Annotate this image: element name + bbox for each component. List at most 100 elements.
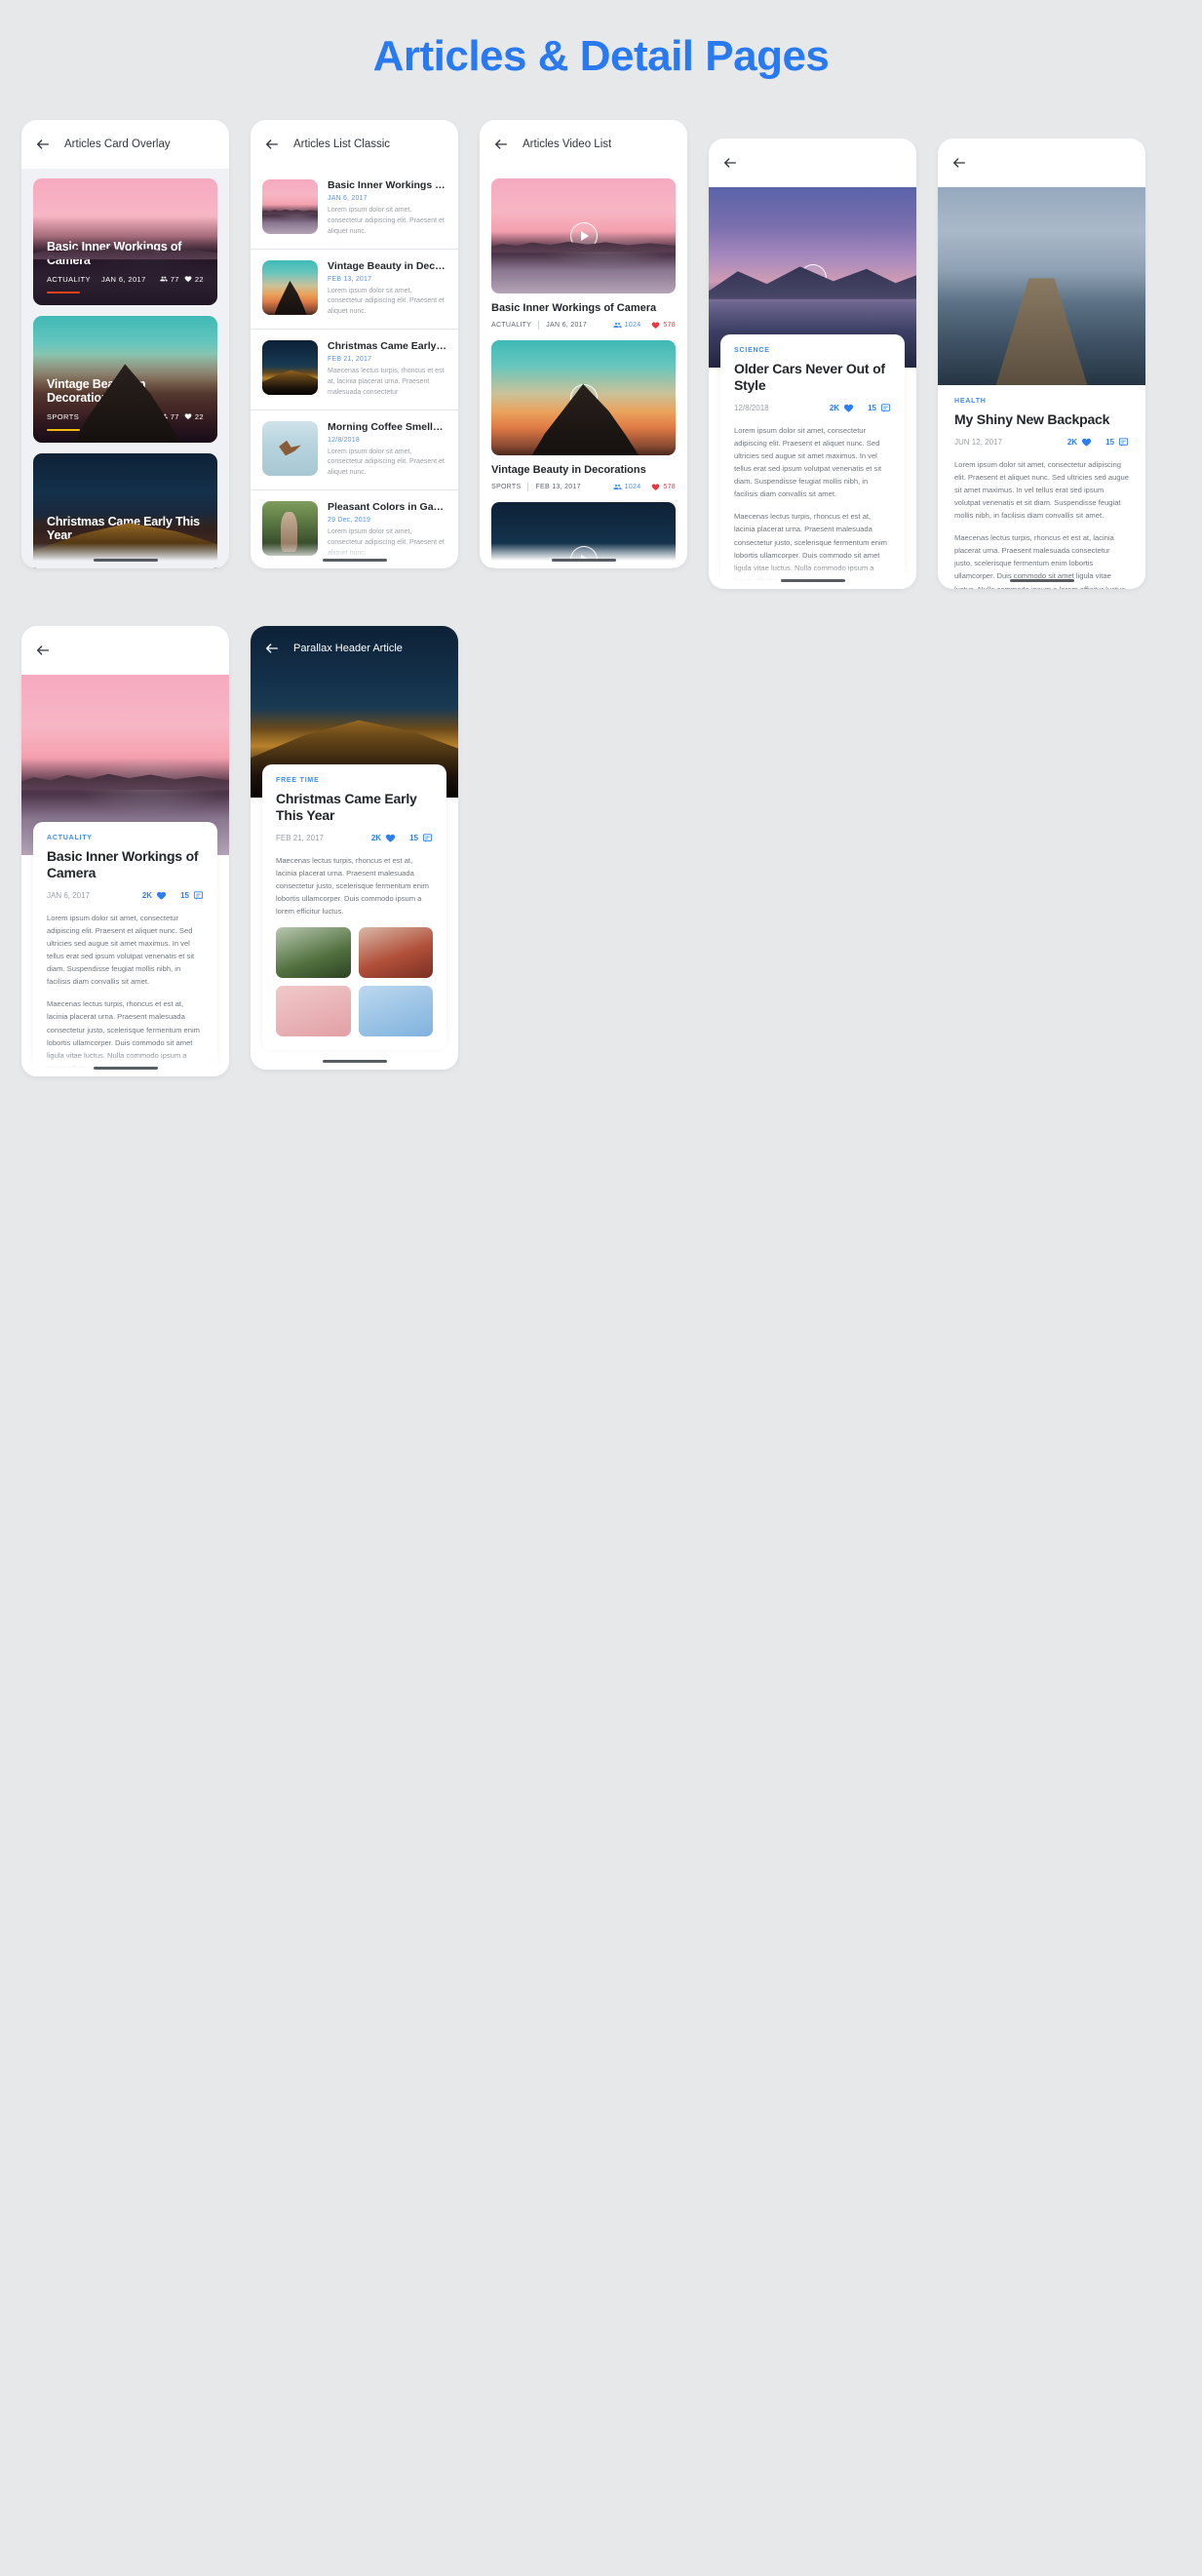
card-views-count: 77 (170, 274, 179, 284)
heart-icon (385, 834, 396, 842)
article-category: SCIENCE (734, 347, 770, 354)
screens-grid: Articles Card Overlay Basic Inner Workin… (0, 120, 1202, 1076)
home-indicator[interactable] (93, 558, 158, 562)
home-indicator[interactable] (93, 1066, 158, 1070)
card-title: Christmas Came Early This Year (47, 514, 200, 542)
video-likes: 578 (651, 483, 676, 491)
arrow-left-icon[interactable] (493, 137, 509, 152)
article-thumb[interactable] (276, 927, 351, 979)
article-paragraph: Maecenas lectus turpis, rhoncus et est a… (276, 856, 430, 917)
arrow-left-icon[interactable] (264, 137, 280, 152)
arrow-left-icon[interactable] (35, 643, 51, 658)
list-title: Basic Inner Workings of C... (328, 179, 446, 191)
article-thumb[interactable] (358, 986, 433, 1037)
article-thumb[interactable] (358, 927, 433, 979)
list-item[interactable]: Basic Inner Workings of C... JAN 6, 2017… (251, 169, 458, 250)
list-item[interactable]: Pleasant Colors in Garden 29 Dec, 2019 L… (251, 490, 458, 568)
article-likes[interactable]: 2K (830, 403, 854, 413)
article-card[interactable]: Vintage Beauty in Decorations SPORTS FEB… (33, 316, 217, 443)
article-card[interactable]: Basic Inner Workings of Camera ACTUALITY… (33, 178, 217, 305)
list-title: Pleasant Colors in Garden (328, 501, 446, 514)
article-sheet: HEALTH My Shiny New Backpack JUN 12, 201… (938, 385, 1145, 589)
article-paragraph: Maecenas lectus turpis, rhoncus et est a… (47, 999, 201, 1073)
video-thumbnail[interactable] (491, 340, 676, 455)
home-indicator[interactable] (322, 558, 387, 562)
video-item[interactable]: Basic Inner Workings of Camera ACTUALITY… (480, 169, 687, 340)
article-meta: JAN 6, 2017 2K 15 (47, 890, 204, 901)
article-image-grid (276, 927, 433, 1037)
list-excerpt: Lorem ipsum dolor sit amet, consectetur … (328, 287, 445, 316)
card-category: ACTUALITY (47, 274, 91, 284)
home-indicator[interactable] (551, 558, 616, 562)
article-sheet: SCIENCE Older Cars Never Out of Style 12… (720, 334, 905, 589)
article-likes[interactable]: 2K (1067, 437, 1092, 448)
topbar-title: Articles Video List (523, 138, 612, 150)
topbar-title: Parallax Header Article (293, 643, 403, 654)
arrow-left-icon[interactable] (722, 155, 738, 171)
screen-detail-video-article: SCIENCE Older Cars Never Out of Style 12… (709, 138, 916, 589)
article-title: Older Cars Never Out of Style (734, 361, 885, 394)
article-comments[interactable]: 15 (868, 403, 891, 413)
play-circle-icon[interactable] (569, 384, 598, 411)
topbar-title: Articles List Classic (293, 138, 391, 150)
list-date: FEB 13, 2017 (328, 275, 372, 283)
list-item[interactable]: Christmas Came Early Thi... FEB 21, 2017… (251, 330, 458, 410)
article-likes[interactable]: 2K (371, 833, 396, 843)
play-circle-icon[interactable] (569, 546, 598, 568)
article-comments-count: 15 (409, 834, 418, 843)
card-likes: 22 (184, 412, 204, 421)
card-likes: 22 (184, 550, 204, 559)
article-thumb[interactable] (276, 986, 351, 1037)
home-indicator[interactable] (322, 1059, 387, 1063)
accent-bar (47, 428, 80, 431)
article-date: JUN 12, 2017 (954, 438, 1002, 448)
video-thumbnail[interactable] (491, 178, 676, 293)
list-title: Vintage Beauty in Decora... (328, 259, 446, 272)
home-indicator[interactable] (1009, 578, 1074, 582)
list-excerpt: Lorem ipsum dolor sit amet, consectetur … (328, 528, 445, 557)
cards-list[interactable]: Basic Inner Workings of Camera ACTUALITY… (21, 169, 229, 568)
list-item[interactable]: Morning Coffee Smells Sw... 12/8/2018 Lo… (251, 410, 458, 491)
article-comments[interactable]: 15 (1105, 437, 1129, 448)
arrow-left-icon[interactable] (264, 641, 280, 656)
screen-detail-card-article: ACTUALITY Basic Inner Workings of Camera… (21, 626, 229, 1076)
video-views-count: 1024 (624, 484, 641, 490)
accent-bar (47, 566, 80, 568)
list-thumbnail (262, 501, 318, 557)
card-likes-count: 22 (194, 274, 204, 284)
arrow-left-icon[interactable] (951, 155, 967, 171)
list-date: 29 Dec, 2019 (328, 517, 371, 525)
article-comments-count: 15 (868, 404, 876, 413)
article-likes[interactable]: 2K (142, 890, 167, 901)
play-circle-icon[interactable] (569, 222, 598, 250)
card-views: 77 (160, 550, 179, 559)
card-meta: FREE TIME FEB 21, 2017 77 22 (47, 550, 204, 559)
article-comments[interactable]: 15 (180, 890, 204, 901)
article-card[interactable]: Christmas Came Early This Year FREE TIME… (33, 453, 217, 568)
video-item[interactable]: Vintage Beauty in Decorations SPORTS FEB… (480, 340, 687, 502)
list-item[interactable]: Vintage Beauty in Decora... FEB 13, 2017… (251, 250, 458, 331)
comment-icon (422, 834, 433, 842)
list-excerpt: Lorem ipsum dolor sit amet, consectetur … (328, 207, 445, 235)
hero-image (938, 187, 1145, 385)
list-title: Morning Coffee Smells Sw... (328, 420, 446, 433)
people-icon (160, 551, 168, 557)
play-circle-icon[interactable] (798, 263, 827, 292)
topbar: Articles Video List (480, 120, 687, 169)
card-likes-count: 22 (194, 411, 204, 421)
accent-bar (47, 291, 80, 293)
video-meta: SPORTS FEB 13, 2017 1024 578 (491, 483, 676, 502)
people-icon (613, 322, 622, 329)
video-likes: 578 (651, 321, 676, 330)
people-icon (613, 484, 622, 490)
heart-icon (652, 322, 660, 329)
topbar (21, 626, 229, 675)
article-comments[interactable]: 15 (409, 833, 433, 843)
home-indicator[interactable] (780, 578, 845, 582)
list-thumbnail (262, 179, 318, 234)
video-date: JAN 6, 2017 (546, 322, 588, 329)
topbar (938, 138, 1145, 187)
topbar-title: Articles Card Overlay (64, 138, 171, 150)
arrow-left-icon[interactable] (35, 137, 51, 152)
article-date: 12/8/2018 (734, 404, 769, 413)
